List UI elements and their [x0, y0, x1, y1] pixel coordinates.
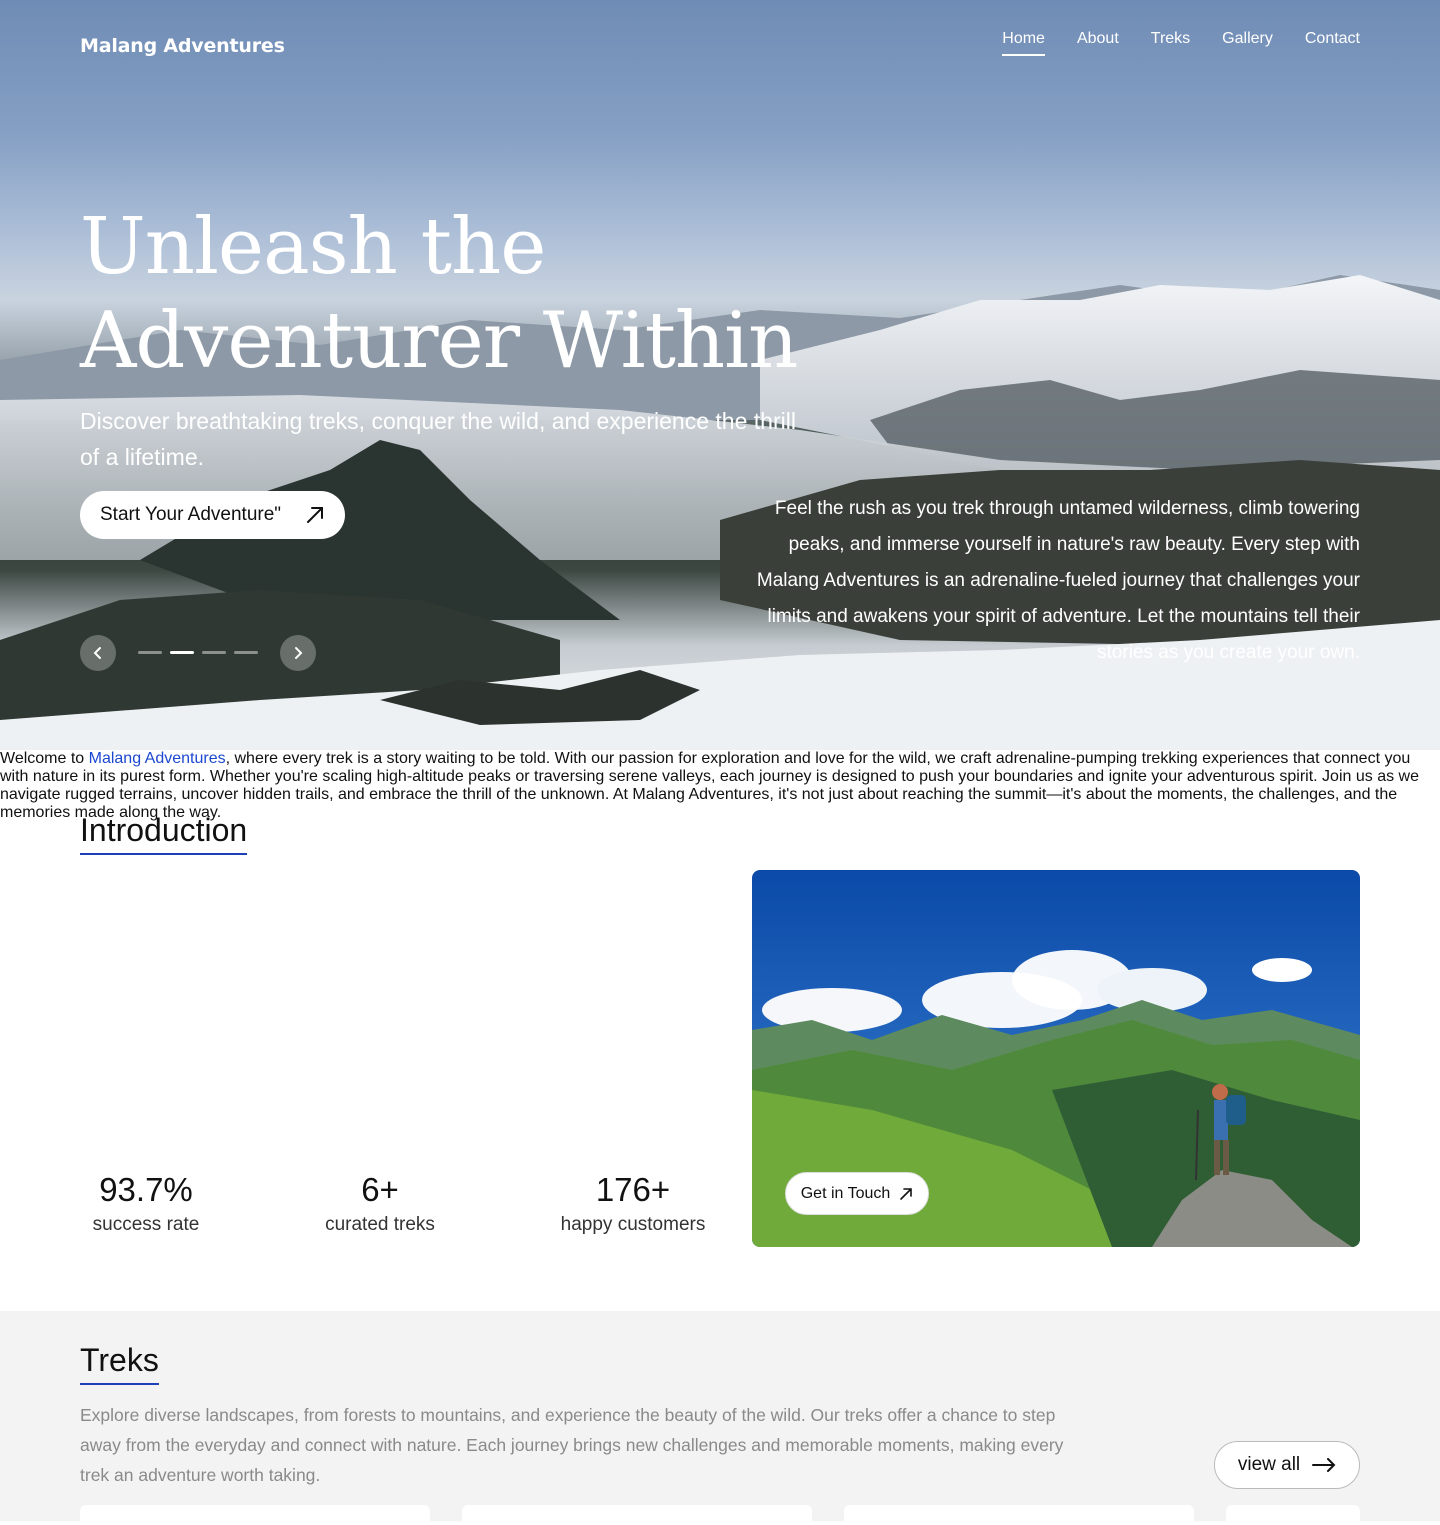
keyword-highlight: trek is a story: [326, 750, 422, 767]
paragraph-text: , and the: [1334, 786, 1398, 803]
hero-description: Feel the rush as you trek through untame…: [756, 498, 1360, 663]
stat-success-rate: 93.7% success rate: [80, 1170, 212, 1240]
paragraph-text: your: [953, 768, 994, 785]
hero-title-line-1: Unleash the: [80, 202, 546, 292]
get-in-touch-button[interactable]: Get in Touch: [785, 1172, 929, 1215]
carousel-next-button[interactable]: [280, 635, 316, 671]
nav-item-gallery[interactable]: Gallery: [1222, 30, 1273, 56]
keyword-highlight: challenges: [1258, 786, 1335, 803]
treks-description: Explore diverse landscapes, from forests…: [80, 1405, 1064, 1485]
carousel-dot-4[interactable]: [234, 651, 258, 654]
keyword-highlight: memories: [0, 804, 71, 821]
carousel-prev-button[interactable]: [80, 635, 116, 671]
stat-label: curated treks: [325, 1214, 435, 1235]
keyword-highlight: hidden trails: [242, 786, 330, 803]
carousel-dot-3[interactable]: [202, 651, 226, 654]
start-adventure-label: Start Your Adventure": [100, 504, 282, 525]
nav-item-about[interactable]: About: [1077, 30, 1119, 56]
paragraph-text: rugged terrains, uncover: [60, 786, 243, 803]
nav-item-home[interactable]: Home: [1002, 30, 1045, 56]
paragraph-text: , where every: [225, 750, 327, 767]
paragraph-text: and: [1073, 768, 1109, 785]
top-navigation: Malang Adventures Home About Treks Galle…: [80, 30, 1360, 70]
paragraph-text: , we craft: [926, 750, 996, 767]
view-all-button[interactable]: view all: [1214, 1441, 1360, 1489]
keyword-highlight: adrenaline-pumping: [995, 750, 1138, 767]
paragraph-text: Welcome to: [0, 750, 89, 767]
brand-highlight: Malang Adventures: [88, 750, 226, 767]
paragraph-text: your adventurous: [1146, 768, 1280, 785]
arrow-right-icon: [1312, 1458, 1336, 1472]
trek-card[interactable]: [80, 1505, 430, 1525]
view-all-label: view all: [1237, 1454, 1301, 1475]
arrow-up-right-icon: [307, 507, 323, 523]
stat-happy-customers: 176+ happy customers: [548, 1170, 718, 1240]
paragraph-text: in its purest form. Whether you're scali…: [78, 768, 377, 785]
nav-item-contact[interactable]: Contact: [1305, 30, 1360, 56]
stat-label: happy customers: [560, 1214, 706, 1235]
paragraph-text: or traversing: [510, 768, 609, 785]
nav-menu: Home About Treks Gallery Contact: [1002, 30, 1360, 56]
stat-curated-treks: 6+ curated treks: [310, 1170, 450, 1240]
keyword-highlight: wild: [898, 750, 927, 767]
get-in-touch-label: Get in Touch: [800, 1184, 891, 1202]
paragraph-text: , and embrace the thrill of the unknown.…: [329, 786, 1158, 803]
paragraph-text: waiting to be told. With our passion for: [421, 750, 702, 767]
paragraph-text: , each journey is designed to: [710, 768, 920, 785]
paragraph-text: made along the way.: [70, 804, 222, 821]
nav-item-treks[interactable]: Treks: [1151, 30, 1190, 56]
trek-card[interactable]: [462, 1505, 812, 1525]
chevron-right-icon: [295, 647, 303, 659]
stat-value: 6+: [361, 1171, 399, 1208]
carousel-dot-1[interactable]: [138, 651, 162, 654]
keyword-highlight: push: [919, 768, 954, 785]
start-adventure-button[interactable]: Start Your Adventure": [80, 491, 345, 539]
keyword-highlight: high-altitude peaks: [376, 768, 511, 785]
keyword-highlight: ignite: [1108, 768, 1147, 785]
brand-logo[interactable]: Malang Adventures: [80, 35, 285, 57]
treks-heading: Treks: [80, 1342, 159, 1385]
keyword-highlight: serene valleys: [608, 768, 711, 785]
stat-label: success rate: [92, 1214, 200, 1235]
keyword-highlight: boundaries: [993, 768, 1073, 785]
treks-section: Treks Explore diverse landscapes, from f…: [0, 1311, 1440, 1525]
hero-title: Unleash the Adventurer Within: [80, 200, 840, 388]
chevron-left-icon: [93, 647, 101, 659]
paragraph-text: and love for the: [779, 750, 899, 767]
keyword-highlight: exploration: [701, 750, 780, 767]
hero-title-line-2: Adventurer Within: [80, 296, 798, 386]
stat-value: 93.7%: [99, 1171, 193, 1208]
keyword-highlight: navigate: [0, 786, 61, 803]
carousel-indicators: [138, 651, 258, 654]
hero-subtitle: Discover breathtaking treks, conquer the…: [80, 408, 796, 470]
keyword-highlight: nature: [32, 768, 79, 785]
paragraph-text: . Join us as we: [1313, 768, 1419, 785]
stat-value: 176+: [595, 1171, 671, 1208]
arrow-up-right-icon: [900, 1187, 913, 1200]
trek-card[interactable]: [1226, 1505, 1360, 1525]
hero-section: Malang Adventures Home About Treks Galle…: [0, 0, 1440, 750]
trek-card[interactable]: [844, 1505, 1194, 1525]
carousel-dot-2[interactable]: [170, 651, 194, 654]
paragraph-text: , the: [1222, 786, 1259, 803]
keyword-highlight: spirit: [1279, 768, 1314, 785]
keyword-highlight: moments: [1157, 786, 1223, 803]
